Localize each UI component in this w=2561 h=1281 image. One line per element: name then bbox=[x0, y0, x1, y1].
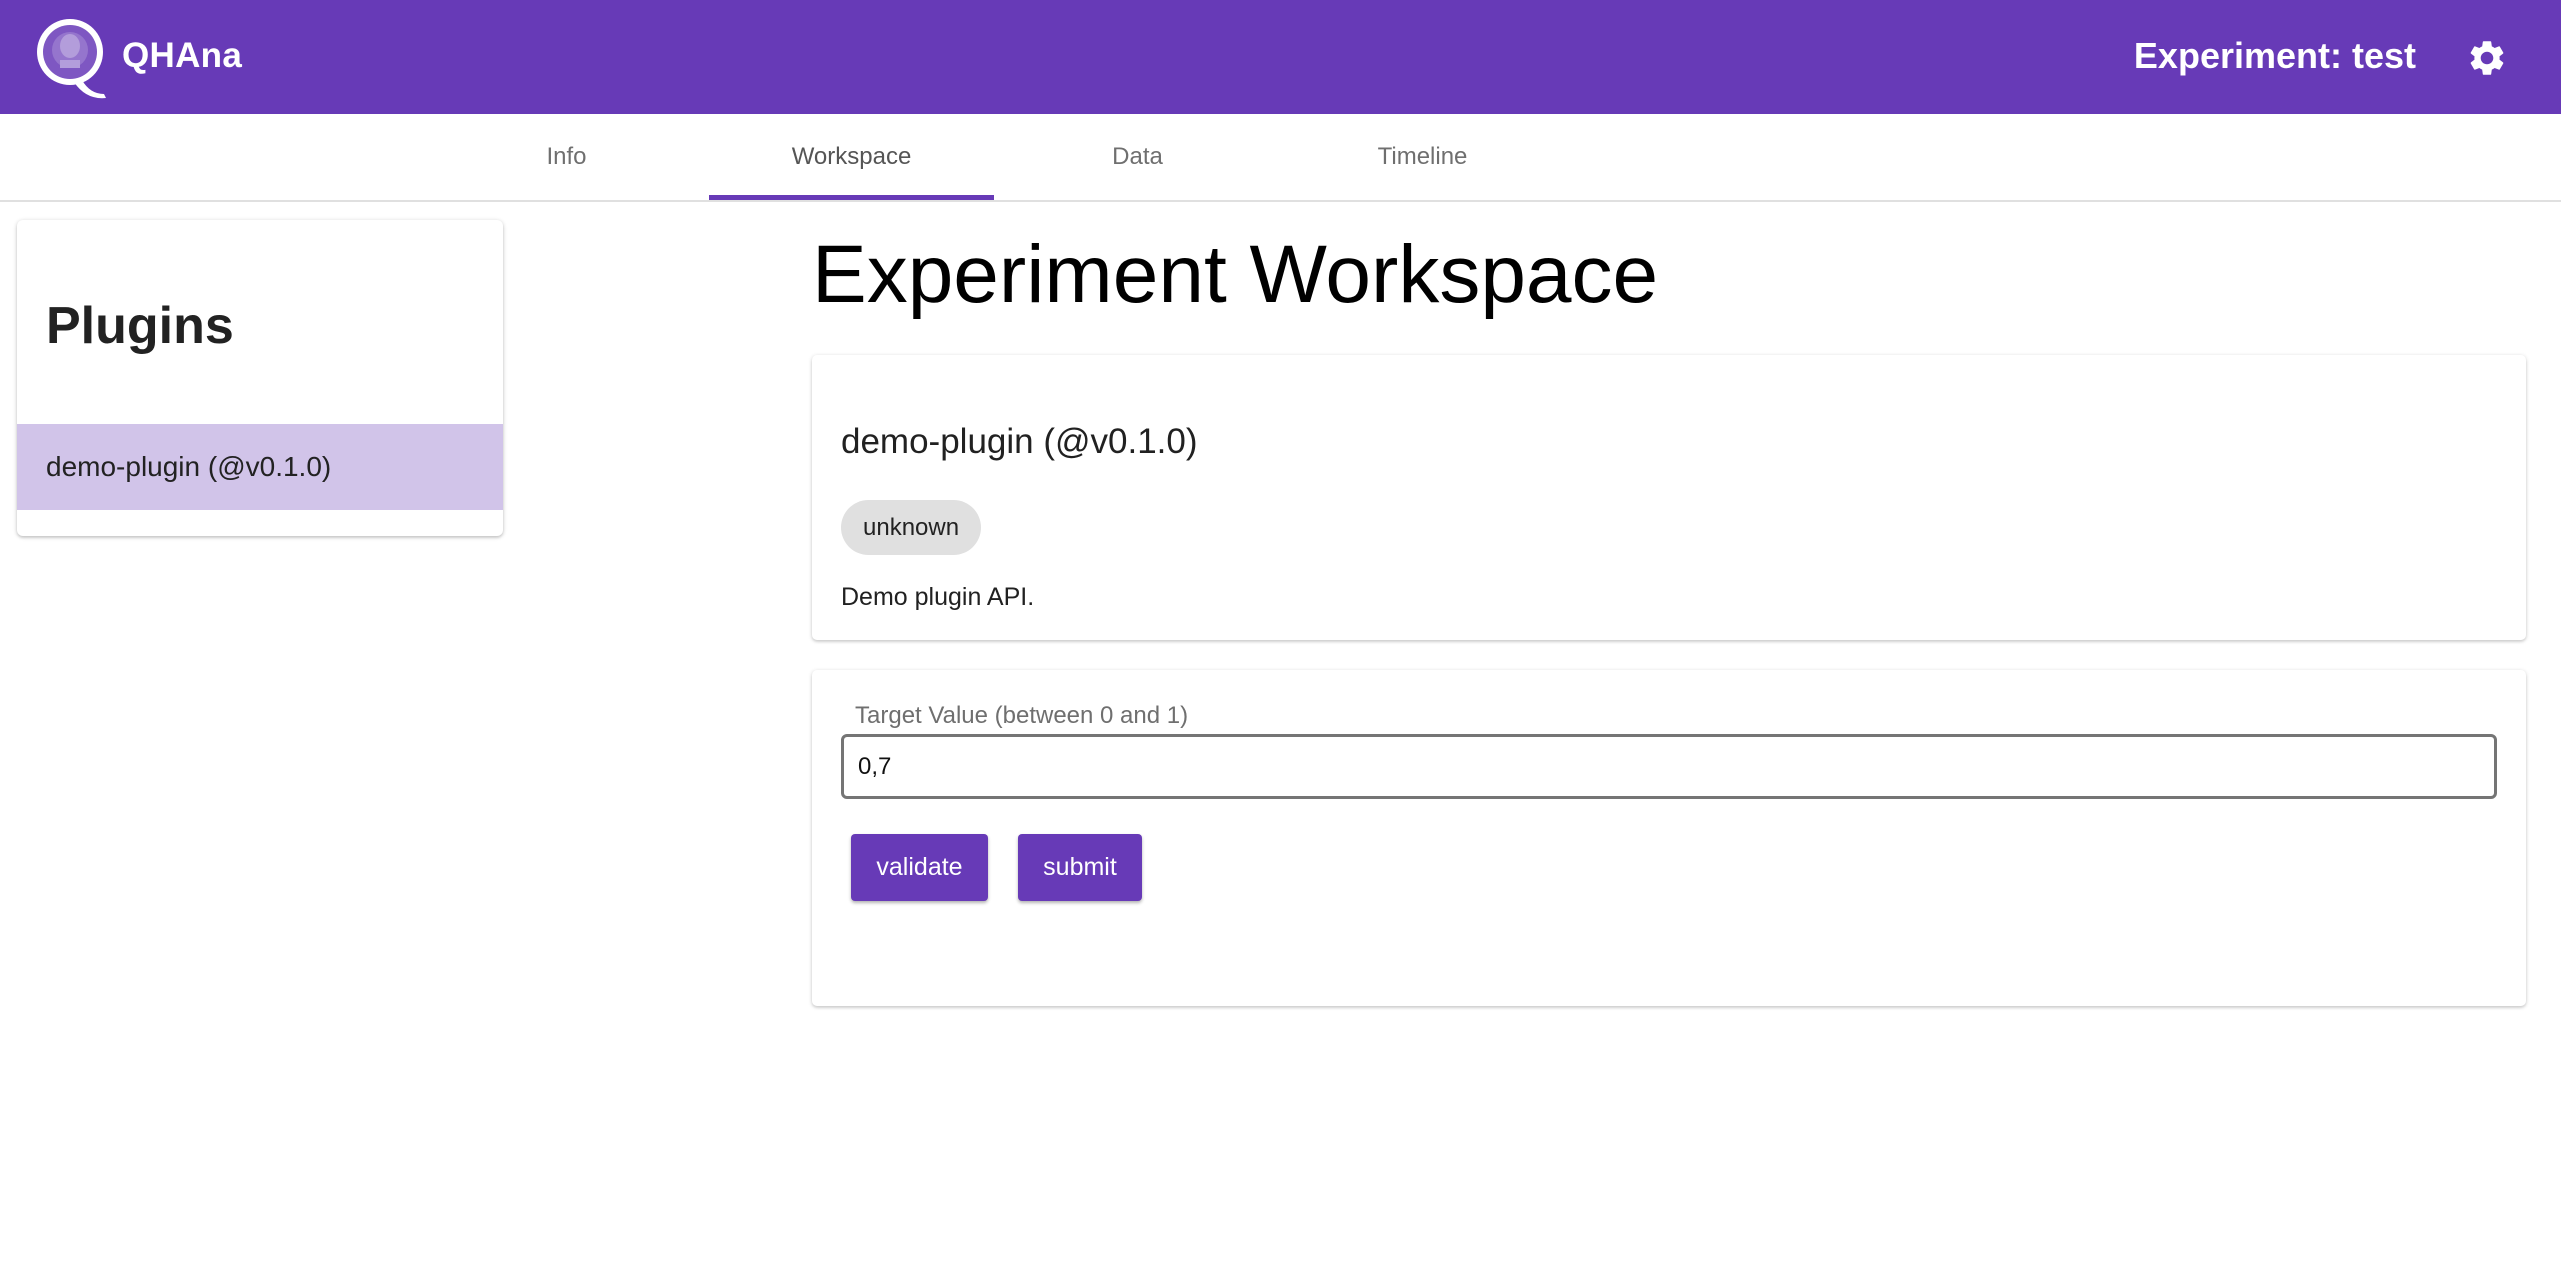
app-title: QHAna bbox=[122, 36, 243, 75]
plugins-panel: Plugins demo-plugin (@v0.1.0) bbox=[17, 220, 503, 536]
plugin-list-item[interactable]: demo-plugin (@v0.1.0) bbox=[17, 424, 503, 510]
plugin-info-card: demo-plugin (@v0.1.0) unknown Demo plugi… bbox=[812, 355, 2526, 640]
active-tab-indicator bbox=[709, 195, 994, 200]
plugin-description: Demo plugin API. bbox=[841, 583, 1035, 611]
target-value-label: Target Value (between 0 and 1) bbox=[855, 702, 1189, 729]
qhana-logo-icon[interactable] bbox=[34, 10, 110, 104]
tab-info[interactable]: Info bbox=[424, 114, 709, 200]
plugin-tag-chip: unknown bbox=[841, 500, 982, 555]
target-value-input[interactable] bbox=[841, 734, 2497, 799]
submit-button[interactable]: submit bbox=[1018, 834, 1142, 901]
tab-timeline[interactable]: Timeline bbox=[1280, 114, 1565, 200]
plugin-form-card: Target Value (between 0 and 1) validate … bbox=[812, 670, 2526, 1006]
plugin-name: demo-plugin (@v0.1.0) bbox=[841, 422, 1198, 461]
validate-button[interactable]: validate bbox=[851, 834, 988, 901]
tab-workspace[interactable]: Workspace bbox=[709, 114, 994, 200]
tab-bar: Info Workspace Data Timeline bbox=[0, 114, 2561, 202]
tab-data[interactable]: Data bbox=[995, 114, 1280, 200]
plugins-heading: Plugins bbox=[46, 297, 234, 355]
experiment-title: Experiment: test bbox=[2133, 35, 2416, 76]
settings-button[interactable] bbox=[2457, 28, 2517, 88]
app-bar: QHAna Experiment: test bbox=[0, 0, 2561, 114]
gear-icon bbox=[2470, 41, 2504, 75]
page-title: Experiment Workspace bbox=[812, 229, 1659, 320]
